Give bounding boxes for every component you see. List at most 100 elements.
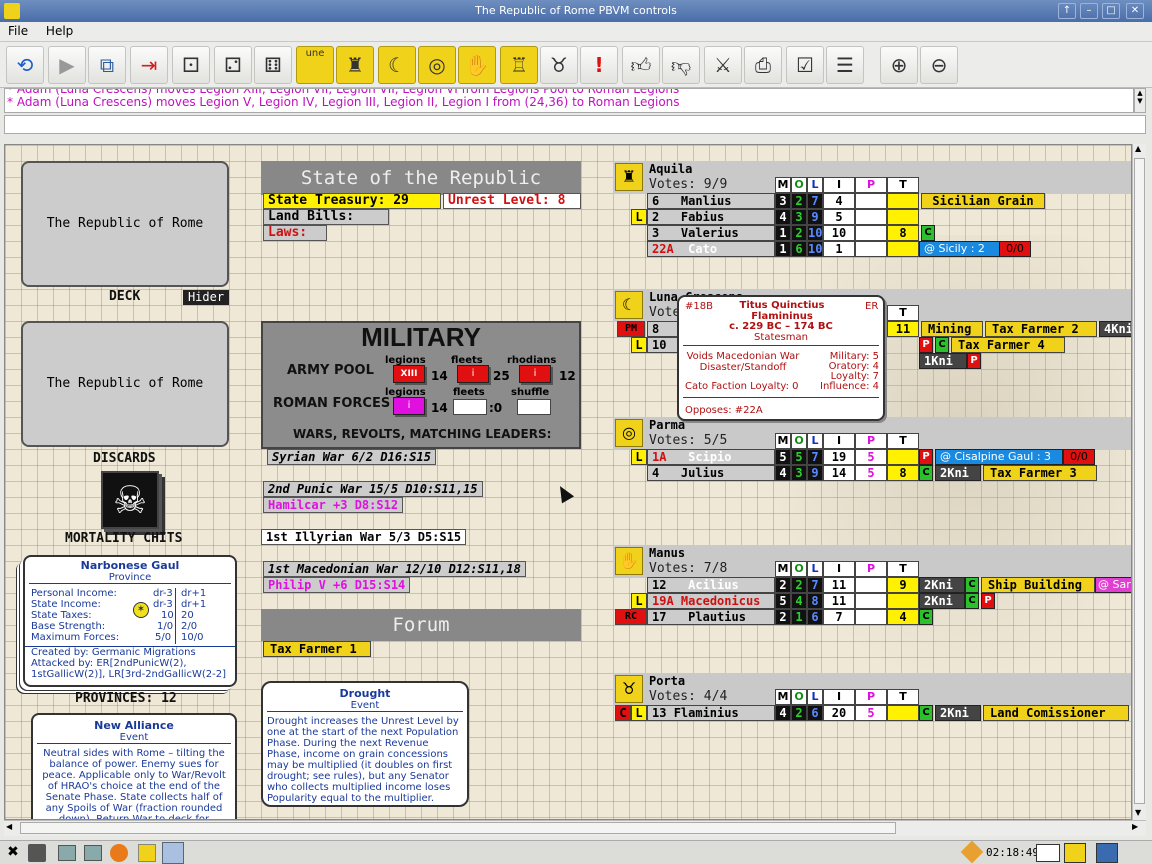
- vertical-scrollbar[interactable]: ▲ ▼: [1132, 144, 1146, 820]
- province-assignment[interactable]: @ Sar: [1095, 577, 1131, 593]
- concession-sicilian-grain[interactable]: Sicilian Grain: [921, 193, 1045, 209]
- desktop-icon[interactable]: [1036, 844, 1060, 862]
- new-alliance-card[interactable]: New Alliance Event Neutral sides with Ro…: [31, 713, 237, 819]
- pool-rhodian-token[interactable]: i: [519, 365, 551, 383]
- manus-faction-icon[interactable]: ✋: [615, 547, 643, 575]
- senator-row[interactable]: 6 Manlius 3 2 7 4: [647, 193, 919, 209]
- die-one-icon[interactable]: ⚀: [172, 46, 210, 84]
- browser-icon[interactable]: [110, 844, 128, 862]
- senator-row[interactable]: 19A Macedonicus 5 4 8 11: [647, 593, 919, 609]
- senator-popup[interactable]: #18B ER Titus Quinctius Flamininus c. 22…: [677, 295, 885, 421]
- game-board[interactable]: The Republic of Rome DECK Hider The Repu…: [4, 144, 1132, 820]
- notes-icon[interactable]: ☰: [826, 46, 864, 84]
- leader-philip-v[interactable]: Philip V +6 D15:S14: [263, 577, 411, 593]
- forces-legion-token[interactable]: i: [393, 397, 425, 415]
- concession-tax-farmer-2[interactable]: Tax Farmer 2: [985, 321, 1097, 337]
- alert-icon[interactable]: !: [580, 46, 618, 84]
- senator-row[interactable]: 22A Cato 1 6 10 1: [647, 241, 919, 257]
- luna-faction-icon[interactable]: ☾: [378, 46, 416, 84]
- drought-card[interactable]: Drought Event Drought increases the Unre…: [261, 681, 469, 807]
- concession-land-commissioner[interactable]: Land Comissioner: [983, 705, 1129, 721]
- hider-button[interactable]: Hider: [183, 290, 229, 305]
- discards-card[interactable]: The Republic of Rome: [21, 321, 229, 447]
- zoom-out-icon[interactable]: ⊖: [920, 46, 958, 84]
- close-button[interactable]: ✕: [1126, 3, 1144, 19]
- senator-row[interactable]: 13 Flaminius 4 2 6 20 5: [647, 705, 919, 721]
- aquila-faction-icon[interactable]: ♜: [615, 163, 643, 191]
- concession-tax-farmer-3[interactable]: Tax Farmer 3: [983, 465, 1097, 481]
- minimize-button[interactable]: –: [1080, 3, 1098, 19]
- luna-faction-icon[interactable]: ☾: [615, 291, 643, 319]
- horizontal-scrollbar[interactable]: ◀ ▶: [4, 820, 1146, 836]
- zoom-in-icon[interactable]: ⊕: [880, 46, 918, 84]
- start-menu-icon[interactable]: ✖: [4, 844, 22, 862]
- scroll-thumb[interactable]: [20, 822, 896, 834]
- war-1st-macedonian[interactable]: 1st Macedonian War 12/10 D12:S11,18: [263, 561, 526, 577]
- war-1st-illyrian[interactable]: 1st Illyrian War 5/3 D5:S15: [261, 529, 467, 545]
- senator-row[interactable]: 4 Julius 4 3 9 14 5 8: [647, 465, 919, 481]
- province-value: dr+1: [181, 599, 207, 610]
- undo-icon[interactable]: ⟲: [6, 46, 44, 84]
- scroll-left-arrow-icon[interactable]: ◀: [6, 822, 12, 831]
- porta-faction-icon[interactable]: ♉: [615, 675, 643, 703]
- pool-legion-token[interactable]: XIII: [393, 365, 425, 383]
- server-icon[interactable]: ⧉: [88, 46, 126, 84]
- die-two-icon[interactable]: ⚁: [214, 46, 252, 84]
- exit-icon[interactable]: ⇥: [130, 46, 168, 84]
- senator-row[interactable]: 2 Fabius 4 3 9 5: [647, 209, 919, 225]
- scroll-right-arrow-icon[interactable]: ▶: [1132, 822, 1138, 831]
- chat-input[interactable]: [4, 115, 1146, 134]
- parma-faction-icon[interactable]: ◎: [418, 46, 456, 84]
- concession-mining[interactable]: Mining: [921, 321, 983, 337]
- forces-fleets-box[interactable]: [453, 399, 487, 415]
- window-icon[interactable]: [84, 845, 102, 861]
- province-assignment[interactable]: @ Cisalpine Gaul : 3: [935, 449, 1063, 465]
- col-o: O: [791, 177, 807, 193]
- leader-hamilcar[interactable]: Hamilcar +3 D8:S12: [263, 497, 404, 513]
- printer-icon[interactable]: ⎙: [744, 46, 782, 84]
- menu-file[interactable]: File: [0, 22, 34, 38]
- vassal-active-icon[interactable]: [162, 842, 184, 864]
- shuffle-box[interactable]: [517, 399, 551, 415]
- aquila-faction-icon[interactable]: ♜: [336, 46, 374, 84]
- pool-fleet-token[interactable]: i: [457, 365, 489, 383]
- maximize-button[interactable]: □: [1102, 3, 1120, 19]
- menu-help[interactable]: Help: [38, 22, 79, 38]
- step-forward-icon[interactable]: ▶: [48, 46, 86, 84]
- deck-card[interactable]: The Republic of Rome: [21, 161, 229, 287]
- counter-icon[interactable]: une: [296, 46, 334, 84]
- senator-influence: 19: [823, 449, 855, 465]
- porta-icon[interactable]: ♉: [540, 46, 578, 84]
- chat-scrollbar[interactable]: ▲ ▼: [1134, 88, 1146, 113]
- scroll-up-arrow-icon[interactable]: ▲: [1135, 144, 1141, 153]
- parma-faction-icon[interactable]: ◎: [615, 419, 643, 447]
- concession-tax-farmer-4[interactable]: Tax Farmer 4: [951, 337, 1065, 353]
- mortality-chits-stack[interactable]: ☠: [101, 471, 159, 529]
- thumbs-down-icon[interactable]: 👎︎: [662, 46, 700, 84]
- terminal-icon[interactable]: [28, 844, 46, 862]
- senator-row[interactable]: 12 Acilius 2 2 7 11 9: [647, 577, 919, 593]
- province-card[interactable]: Narbonese Gaul Province Personal Income:…: [23, 555, 237, 687]
- sword-icon[interactable]: ⚔: [704, 46, 742, 84]
- workspace-icon[interactable]: [1096, 843, 1118, 863]
- shade-button[interactable]: ↑: [1058, 3, 1076, 19]
- vassal-icon[interactable]: [138, 844, 156, 862]
- faction-votes: Votes: 5/5: [649, 433, 728, 448]
- concession-ship-building[interactable]: Ship Building: [981, 577, 1095, 593]
- window-icon[interactable]: [58, 845, 76, 861]
- die-three-icon[interactable]: ⚅: [254, 46, 292, 84]
- thumbs-up-icon[interactable]: 👍︎: [622, 46, 660, 84]
- senator-row[interactable]: 1A Scipio 5 5 7 19 5: [647, 449, 919, 465]
- scroll-thumb[interactable]: [1134, 158, 1145, 804]
- senator-row[interactable]: 3 Valerius 1 2 10 10 8: [647, 225, 919, 241]
- standard-icon[interactable]: ♖: [500, 46, 538, 84]
- vassal-tray-icon[interactable]: [1064, 843, 1086, 863]
- war-2nd-punic[interactable]: 2nd Punic War 15/5 D10:S11,15: [263, 481, 483, 497]
- chat-log[interactable]: * Adam (Luna Crescens) moves Legion XIII…: [4, 88, 1134, 113]
- scroll-down-arrow-icon[interactable]: ▼: [1135, 808, 1141, 817]
- forum-tax-farmer[interactable]: Tax Farmer 1: [263, 641, 371, 657]
- checkbox-icon[interactable]: ☑: [786, 46, 824, 84]
- senator-row[interactable]: 17 Plautius 2 1 6 7 4: [647, 609, 919, 625]
- manus-faction-icon[interactable]: ✋: [458, 46, 496, 84]
- war-syrian[interactable]: Syrian War 6/2 D16:S15: [267, 449, 436, 465]
